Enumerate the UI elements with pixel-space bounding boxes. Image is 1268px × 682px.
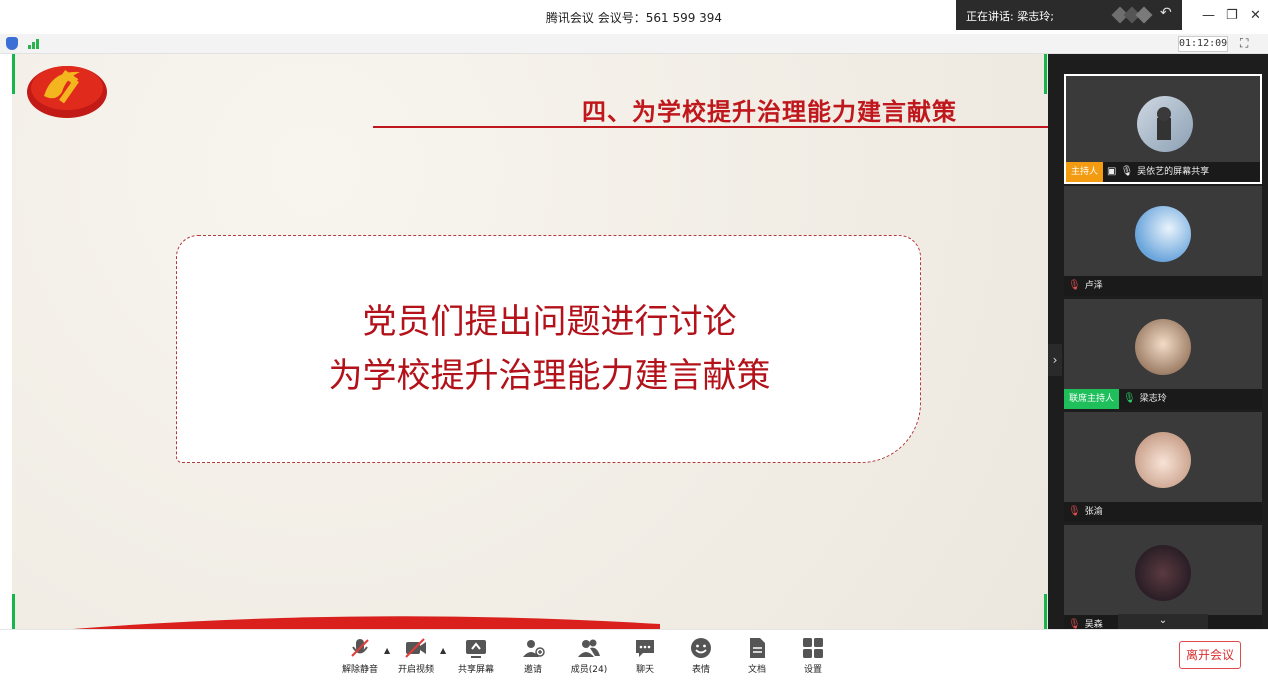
cohost-tag: 联席主持人: [1064, 389, 1120, 409]
mic-muted-icon: 🎙: [1068, 506, 1081, 517]
members-button[interactable]: 成员(24): [561, 636, 617, 675]
participant-panel: › 主持人 ▣ 🎙 吴依艺的屏幕共享 🎙 卢泽 联席主持人 🎙 梁志玲 🎙 张渝…: [1048, 54, 1268, 635]
participant-tile[interactable]: 🎙 卢泽: [1064, 186, 1262, 296]
participant-name: 吴依艺的屏幕共享: [1137, 167, 1210, 177]
scroll-down-button[interactable]: ⌄: [1118, 614, 1208, 629]
microphone-icon: 🎙: [1120, 166, 1134, 177]
share-frame-corner: [1044, 594, 1047, 629]
smiley-icon: [691, 638, 711, 658]
unmute-button[interactable]: 解除静音: [332, 636, 388, 675]
close-icon[interactable]: ✕: [1250, 8, 1261, 23]
decorative-swoosh: [72, 616, 660, 629]
mic-muted-icon: 🎙: [1068, 280, 1081, 291]
invite-button[interactable]: 邀请: [505, 636, 561, 675]
share-screen-icon: [466, 640, 486, 658]
share-frame-corner: [1044, 54, 1047, 94]
participant-name: 梁志玲: [1139, 394, 1167, 404]
avatar: [1135, 545, 1191, 601]
document-icon: [750, 638, 765, 658]
slide-content-box: 党员们提出问题进行讨论 为学校提升治理能力建言献策: [176, 235, 921, 463]
participant-namebar: 🎙 卢泽: [1064, 276, 1262, 296]
camera-off-icon: [405, 638, 426, 658]
share-screen-button[interactable]: 共享屏幕: [448, 636, 504, 675]
collapse-panel-button[interactable]: ›: [1048, 344, 1062, 376]
meeting-timer: 01:12:09: [1178, 36, 1228, 52]
participant-tile[interactable]: 联席主持人 🎙 梁志玲: [1064, 299, 1262, 409]
participant-tile[interactable]: 主持人 ▣ 🎙 吴依艺的屏幕共享: [1064, 74, 1262, 184]
microphone-icon: 🎙: [1123, 393, 1136, 404]
start-video-button[interactable]: 开启视频: [388, 636, 444, 675]
avatar: [1135, 432, 1191, 488]
heading-underline: [373, 126, 1048, 128]
status-bar: 01:12:09 ⛶: [0, 34, 1268, 54]
wave-icon: [1135, 6, 1153, 24]
leave-meeting-button[interactable]: 离开会议: [1179, 641, 1241, 669]
return-icon[interactable]: ↶: [1160, 5, 1172, 21]
slide-line-1: 党员们提出问题进行讨论: [362, 302, 737, 342]
speaking-label: 正在讲话: 梁志玲;: [966, 10, 1054, 23]
settings-button[interactable]: 设置: [785, 636, 841, 675]
participant-tile[interactable]: 🎙 张渝: [1064, 412, 1262, 522]
security-shield-icon[interactable]: [6, 37, 18, 50]
members-icon: [578, 639, 600, 657]
host-tag: 主持人: [1066, 162, 1104, 182]
mic-muted-icon: [351, 639, 369, 657]
screen-share-icon: ▣: [1107, 166, 1117, 177]
share-frame-corner: [12, 54, 15, 94]
chat-button[interactable]: 聊天: [617, 636, 673, 675]
party-emblem-icon: [27, 66, 107, 118]
avatar: [1135, 206, 1191, 262]
share-frame-corner: [12, 594, 15, 629]
participant-namebar: 联席主持人 🎙 梁志玲: [1064, 389, 1262, 409]
fullscreen-icon[interactable]: ⛶: [1240, 36, 1248, 51]
title-bar: 腾讯会议 会议号：561 599 394 正在讲话: 梁志玲; ↶ — ❐ ✕: [0, 0, 1268, 34]
participant-name: 卢泽: [1084, 281, 1103, 291]
grid-settings-icon: [803, 638, 823, 658]
chevron-up-icon[interactable]: ▲: [440, 646, 446, 655]
participant-name: 张渝: [1084, 507, 1103, 517]
speaking-indicator: 正在讲话: 梁志玲; ↶: [956, 0, 1182, 30]
reactions-button[interactable]: 表情: [673, 636, 729, 675]
restore-icon[interactable]: ❐: [1226, 8, 1238, 23]
avatar: [1135, 319, 1191, 375]
avatar: [1137, 96, 1193, 152]
docs-button[interactable]: 文档: [729, 636, 785, 675]
shared-screen: 四、为学校提升治理能力建言献策 党员们提出问题进行讨论 为学校提升治理能力建言献…: [0, 54, 1048, 629]
meeting-toolbar: 解除静音 ▲ 开启视频 ▲ 共享屏幕 邀请 成员(24) 聊天 表情 文档 设置…: [0, 629, 1268, 682]
participant-namebar: 🎙 张渝: [1064, 502, 1262, 522]
chat-icon: [636, 640, 654, 657]
add-user-icon: [523, 640, 545, 657]
slide-line-2: 为学校提升治理能力建言献策: [328, 356, 771, 396]
participant-namebar: 主持人 ▣ 🎙 吴依艺的屏幕共享: [1066, 162, 1260, 182]
minimize-icon[interactable]: —: [1202, 8, 1215, 23]
slide-heading: 四、为学校提升治理能力建言献策: [582, 97, 957, 126]
